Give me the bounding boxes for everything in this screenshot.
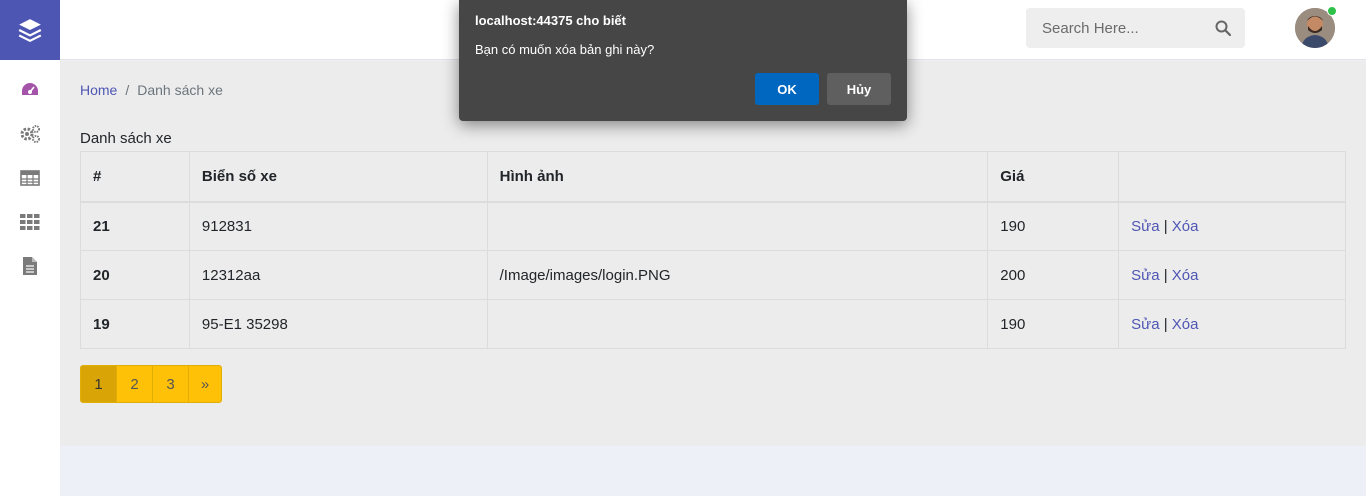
cancel-button[interactable]: Hủy <box>827 73 891 105</box>
action-separator: | <box>1163 266 1168 284</box>
cell-price: 190 <box>987 299 1120 349</box>
logo[interactable] <box>0 0 60 60</box>
dialog-message: Bạn có muốn xóa bản ghi này? <box>475 42 655 57</box>
cell-actions: Sửa | Xóa <box>1118 250 1346 300</box>
sidebar-item-tables[interactable] <box>0 156 60 200</box>
sidebar <box>0 0 60 496</box>
table-row: 21 912831 190 Sửa | Xóa <box>80 201 1346 251</box>
sidebar-item-documents[interactable] <box>0 244 60 288</box>
cell-image <box>486 299 989 349</box>
page-button-1[interactable]: 1 <box>80 365 117 403</box>
col-header-id: # <box>80 151 190 203</box>
page-button-2[interactable]: 2 <box>116 365 153 403</box>
page-next-button[interactable]: » <box>188 365 222 403</box>
col-header-price: Giá <box>987 151 1120 203</box>
delete-link[interactable]: Xóa <box>1172 218 1199 235</box>
delete-link[interactable]: Xóa <box>1172 267 1199 284</box>
grid-icon <box>20 214 40 230</box>
cell-plate: 912831 <box>188 201 488 251</box>
search-box[interactable] <box>1026 8 1245 48</box>
table-icon <box>20 170 40 186</box>
action-separator: | <box>1163 217 1168 235</box>
breadcrumb-home-link[interactable]: Home <box>80 82 117 98</box>
sidebar-item-settings[interactable] <box>0 112 60 156</box>
document-icon <box>23 257 37 275</box>
edit-link[interactable]: Sửa <box>1131 218 1159 235</box>
search-icon[interactable] <box>1215 20 1231 36</box>
layers-icon <box>18 19 42 43</box>
breadcrumb-separator: / <box>125 82 130 98</box>
cell-actions: Sửa | Xóa <box>1118 299 1346 349</box>
section-title: Danh sách xe <box>80 130 172 147</box>
col-header-plate: Biển số xe <box>188 151 488 203</box>
cell-id: 20 <box>80 250 190 300</box>
cell-price: 200 <box>987 250 1120 300</box>
table-row: 19 95-E1 35298 190 Sửa | Xóa <box>80 299 1346 349</box>
dialog-title: localhost:44375 cho biết <box>475 13 626 28</box>
dashboard-gauge-icon <box>22 83 38 95</box>
table-header-row: # Biển số xe Hình ảnh Giá <box>80 151 1346 203</box>
confirm-dialog: localhost:44375 cho biết Bạn có muốn xóa… <box>459 0 907 121</box>
delete-link[interactable]: Xóa <box>1172 316 1199 333</box>
col-header-actions <box>1118 151 1346 203</box>
vehicle-table: # Biển số xe Hình ảnh Giá 21 912831 190 … <box>80 151 1346 349</box>
sidebar-item-grid[interactable] <box>0 200 60 244</box>
cell-id: 21 <box>80 201 190 251</box>
edit-link[interactable]: Sửa <box>1131 267 1159 284</box>
search-input[interactable] <box>1042 19 1215 37</box>
cell-image: /Image/images/login.PNG <box>486 250 989 300</box>
breadcrumb: Home / Danh sách xe <box>80 82 223 98</box>
ok-button[interactable]: OK <box>755 73 819 105</box>
cell-id: 19 <box>80 299 190 349</box>
page-button-3[interactable]: 3 <box>152 365 189 403</box>
action-separator: | <box>1163 315 1168 333</box>
pagination: 1 2 3 » <box>80 365 222 403</box>
cell-image <box>486 201 989 251</box>
breadcrumb-current: Danh sách xe <box>137 82 223 98</box>
cell-actions: Sửa | Xóa <box>1118 201 1346 251</box>
gears-icon <box>20 125 40 143</box>
online-status-dot <box>1327 6 1337 16</box>
cell-price: 190 <box>987 201 1120 251</box>
sidebar-item-dashboard[interactable] <box>0 68 60 112</box>
cell-plate: 12312aa <box>188 250 488 300</box>
cell-plate: 95-E1 35298 <box>188 299 488 349</box>
edit-link[interactable]: Sửa <box>1131 316 1159 333</box>
col-header-image: Hình ảnh <box>486 151 989 203</box>
table-row: 20 12312aa /Image/images/login.PNG 200 S… <box>80 250 1346 300</box>
